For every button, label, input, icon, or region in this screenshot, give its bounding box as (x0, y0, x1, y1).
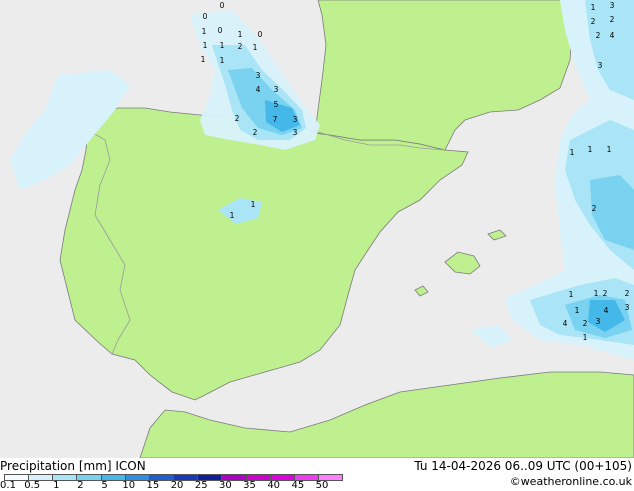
scale-tick-label: 35 (243, 480, 256, 491)
precip-value: 1 (251, 200, 256, 209)
precip-value: 5 (274, 100, 279, 109)
precip-value: 1 (575, 306, 580, 315)
precip-value: 1 (201, 55, 206, 64)
precip-value: 2 (625, 289, 630, 298)
precip-value: 3 (598, 61, 603, 70)
scale-tick-label: 45 (291, 480, 305, 491)
map-title: Precipitation [mm] ICON (0, 459, 146, 473)
scale-tick-label: 15 (146, 480, 160, 491)
precip-value: 3 (625, 303, 630, 312)
precip-value: 3 (274, 85, 279, 94)
precip-value: 2 (235, 114, 240, 123)
precip-value: 2 (591, 17, 596, 26)
forecast-datetime: Tu 14-04-2026 06..09 UTC (00+105) (414, 459, 632, 473)
scale-tick-label: 30 (219, 480, 232, 491)
precip-value: 1 (230, 211, 235, 220)
precip-value: 4 (604, 306, 609, 315)
credit: ©weatheronline.co.uk (509, 475, 632, 488)
precip-value: 2 (603, 289, 608, 298)
precip-value: 1 (607, 145, 612, 154)
precip-value: 2 (238, 42, 243, 51)
precip-value: 2 (583, 319, 588, 328)
precip-value: 3 (256, 71, 261, 80)
scale-tick-label: 2 (77, 480, 84, 491)
precip-value: 1 (594, 289, 599, 298)
precip-value: 3 (293, 128, 298, 137)
scale-tick-label: 1 (53, 480, 60, 491)
precip-value: 1 (591, 3, 596, 12)
precip-value: 1 (569, 290, 574, 299)
scale-tick-label: 40 (267, 480, 281, 491)
precipitation-map: 0 0 0 1 1 0 1 1 2 1 1 1 3 4 3 5 7 3 2 2 … (0, 0, 634, 458)
map-svg: 0 0 0 1 1 0 1 1 2 1 1 1 3 4 3 5 7 3 2 2 … (0, 0, 634, 458)
precip-value: 3 (610, 1, 615, 10)
scale-tick-label: 50 (315, 480, 329, 491)
precip-value: 1 (203, 41, 208, 50)
precip-value: 1 (238, 30, 243, 39)
scale-tick-label: 0.5 (24, 480, 41, 491)
precip-value: 1 (570, 148, 575, 157)
precip-value: 1 (253, 43, 258, 52)
precip-value: 1 (588, 145, 593, 154)
scale-tick-label: 25 (194, 480, 208, 491)
precip-value: 2 (253, 128, 258, 137)
precip-value: 0 (203, 12, 208, 21)
scale-tick-label: 5 (101, 480, 108, 491)
precip-value: 1 (202, 27, 207, 36)
precip-value: 2 (610, 15, 615, 24)
precip-value: 3 (596, 317, 601, 326)
precip-value: 4 (563, 319, 568, 328)
precip-value: 7 (273, 115, 278, 124)
precip-value: 1 (583, 333, 588, 342)
precip-value: 4 (610, 31, 615, 40)
precip-value: 0 (258, 30, 263, 39)
scale-tick-label: 20 (170, 480, 184, 491)
precip-value: 1 (220, 41, 225, 50)
precip-value: 4 (256, 85, 261, 94)
scale-tick-label: 0.1 (0, 480, 16, 491)
scale-tick-label: 10 (122, 480, 136, 491)
precip-value: 3 (293, 115, 298, 124)
precip-value: 1 (220, 56, 225, 65)
precip-value: 0 (218, 26, 223, 35)
precip-value: 2 (592, 204, 597, 213)
precip-value: 0 (220, 1, 225, 10)
precip-value: 2 (596, 31, 601, 40)
